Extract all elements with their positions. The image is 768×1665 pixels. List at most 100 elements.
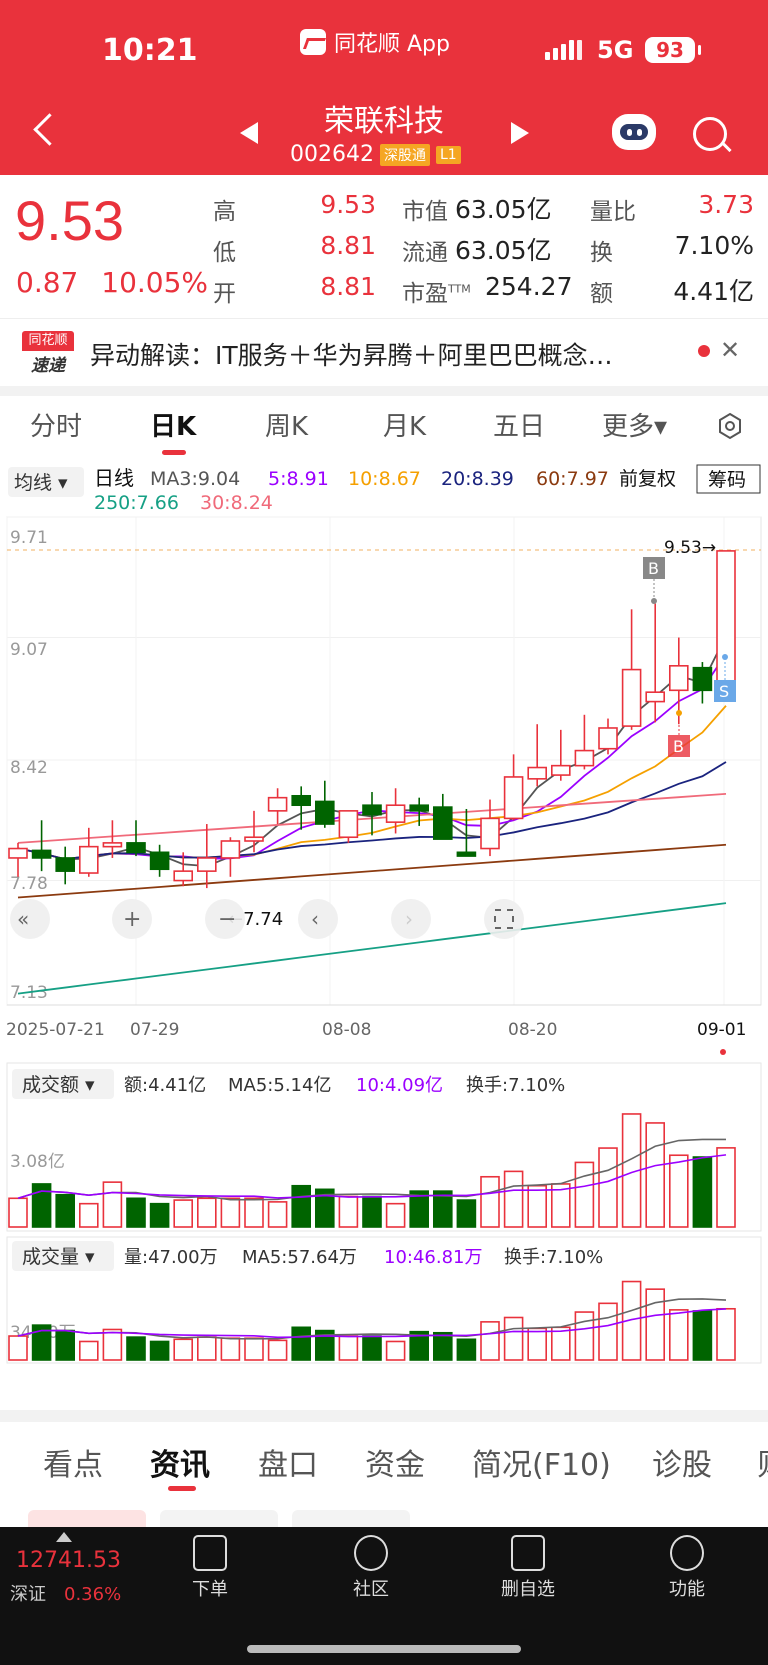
volume-bar — [244, 1337, 264, 1361]
current-price: 9.53 — [15, 189, 124, 252]
index-value[interactable]: 12741.53 — [16, 1548, 121, 1573]
high-label: 高 — [213, 199, 236, 225]
connect-badge: 深股通 — [379, 143, 430, 166]
ma-dropdown[interactable]: 均线 ▾ — [14, 472, 68, 494]
collapse-button[interactable] — [10, 899, 50, 939]
candle-body — [503, 776, 524, 820]
candle-body — [409, 804, 430, 812]
candle-body — [149, 851, 170, 871]
candle-body — [716, 550, 736, 688]
amount-bar — [385, 1202, 406, 1228]
tab-intraday[interactable]: 分时 — [30, 406, 82, 443]
volume-bar — [362, 1335, 382, 1361]
volume-bar — [456, 1338, 477, 1361]
candle-body — [645, 691, 666, 703]
home-indicator — [247, 1645, 521, 1653]
amount-value: 4.41亿 — [673, 277, 754, 306]
x-label-2: 08-08 — [322, 1020, 371, 1040]
x-label-0: 2025-07-21 — [6, 1020, 105, 1040]
amount-bar — [668, 1154, 689, 1228]
next-stock-icon[interactable] — [511, 122, 529, 144]
float-value: 63.05亿 — [455, 236, 552, 265]
amount-bar — [456, 1199, 477, 1228]
volume-bar — [79, 1340, 99, 1361]
buy-marker-bottom-label: B — [673, 737, 684, 756]
volume-ma5-label: MA5:57.64万 — [242, 1247, 357, 1268]
amount-bar — [126, 1197, 146, 1228]
float-label: 流通 — [402, 240, 448, 266]
kline-chart[interactable]: 均线 ▾ 日线 MA3:9.04 5:8.91 10:8.67 20:8.39 … — [0, 455, 768, 1405]
order-button[interactable]: 下单 — [165, 1527, 255, 1601]
y-label-2: 8.42 — [10, 758, 48, 778]
legend-ma10: 10:8.67 — [348, 468, 421, 490]
news-text[interactable]: 异动解读：IT服务＋华为昇腾＋阿里巴巴概念… — [90, 336, 680, 372]
app-tag[interactable]: 同花顺 App — [300, 26, 450, 58]
candle-body — [550, 764, 571, 776]
amount-bar — [197, 1197, 217, 1228]
volume-bar — [432, 1331, 453, 1361]
low-label: 低 — [213, 240, 236, 266]
volume-bar — [550, 1326, 571, 1361]
x-label-4: 09-01 — [697, 1020, 746, 1040]
status-time: 10:21 — [102, 33, 198, 68]
price-change: 0.87 10.05% — [16, 266, 208, 299]
candle-body — [432, 806, 453, 840]
y-label-1: 9.07 — [10, 640, 48, 660]
remove-watchlist-icon — [511, 1535, 545, 1571]
volume-ratio-label: 量比 — [590, 199, 636, 225]
news-logo: 同花顺 速递 — [22, 331, 74, 376]
adjust-mode[interactable]: 前复权 — [619, 468, 676, 490]
volume-bar — [291, 1326, 312, 1361]
tab-highlights[interactable]: 看点 — [43, 1440, 103, 1484]
tab-f10[interactable]: 简况(F10) — [472, 1440, 611, 1484]
svg-text:−: − — [218, 907, 236, 932]
tab-monthly-k[interactable]: 月K — [383, 406, 426, 443]
functions-button[interactable]: 功能 — [642, 1527, 732, 1601]
settings-gear-icon[interactable] — [716, 412, 744, 440]
tab-five-day[interactable]: 五日 — [493, 406, 545, 443]
tab-diagnosis[interactable]: 诊股 — [652, 1440, 712, 1484]
amount-y-label: 3.08亿 — [10, 1152, 65, 1172]
tab-orderbook[interactable]: 盘口 — [258, 1440, 318, 1484]
amount-bar-ma5 — [17, 1138, 727, 1201]
amount-dropdown[interactable]: 成交额 ▾ — [22, 1074, 95, 1096]
tab-daily-k[interactable]: 日K — [150, 406, 196, 443]
community-star-icon — [354, 1535, 388, 1571]
svg-text:‹: ‹ — [311, 907, 319, 931]
candle-body — [480, 817, 500, 850]
candle-body — [692, 666, 713, 692]
functions-menu-icon — [670, 1535, 704, 1571]
community-label: 社区 — [353, 1579, 389, 1600]
tab-weekly-k[interactable]: 周K — [265, 406, 308, 443]
amount-ma5-label: MA5:5.14亿 — [228, 1075, 331, 1096]
assistant-robot-icon[interactable] — [612, 114, 656, 150]
tab-funds[interactable]: 资金 — [365, 1440, 425, 1484]
volume-bar — [480, 1321, 500, 1361]
search-icon[interactable] — [693, 117, 727, 151]
chip-button[interactable]: 筹码 — [708, 469, 746, 491]
remove-watchlist-button[interactable]: 删自选 — [483, 1527, 573, 1601]
amount-bar — [527, 1184, 548, 1228]
fullscreen-button[interactable] — [484, 899, 524, 939]
pe-value: 254.27 — [485, 272, 573, 301]
candle-body — [126, 842, 146, 854]
close-icon[interactable]: ✕ — [720, 336, 740, 364]
tab-overflow[interactable]: 则 — [757, 1440, 768, 1484]
tab-news[interactable]: 资讯 — [150, 1440, 210, 1484]
candle-body — [338, 810, 359, 839]
turnover-value: 7.10% — [674, 231, 754, 260]
candle-body — [598, 727, 618, 750]
amount-bar — [220, 1197, 241, 1228]
volume-dropdown[interactable]: 成交量 ▾ — [22, 1246, 95, 1268]
volume-bar — [173, 1338, 193, 1361]
candle-body — [574, 749, 595, 767]
candle-body — [55, 857, 76, 872]
volume-bar — [645, 1288, 666, 1361]
volume-bar — [338, 1335, 359, 1361]
expand-up-icon[interactable] — [56, 1532, 72, 1542]
volume-bar — [527, 1327, 548, 1361]
tab-more[interactable]: 更多▾ — [602, 406, 667, 443]
community-button[interactable]: 社区 — [326, 1527, 416, 1601]
divider — [0, 1410, 768, 1422]
pe-label: 市盈TTM — [402, 281, 471, 307]
